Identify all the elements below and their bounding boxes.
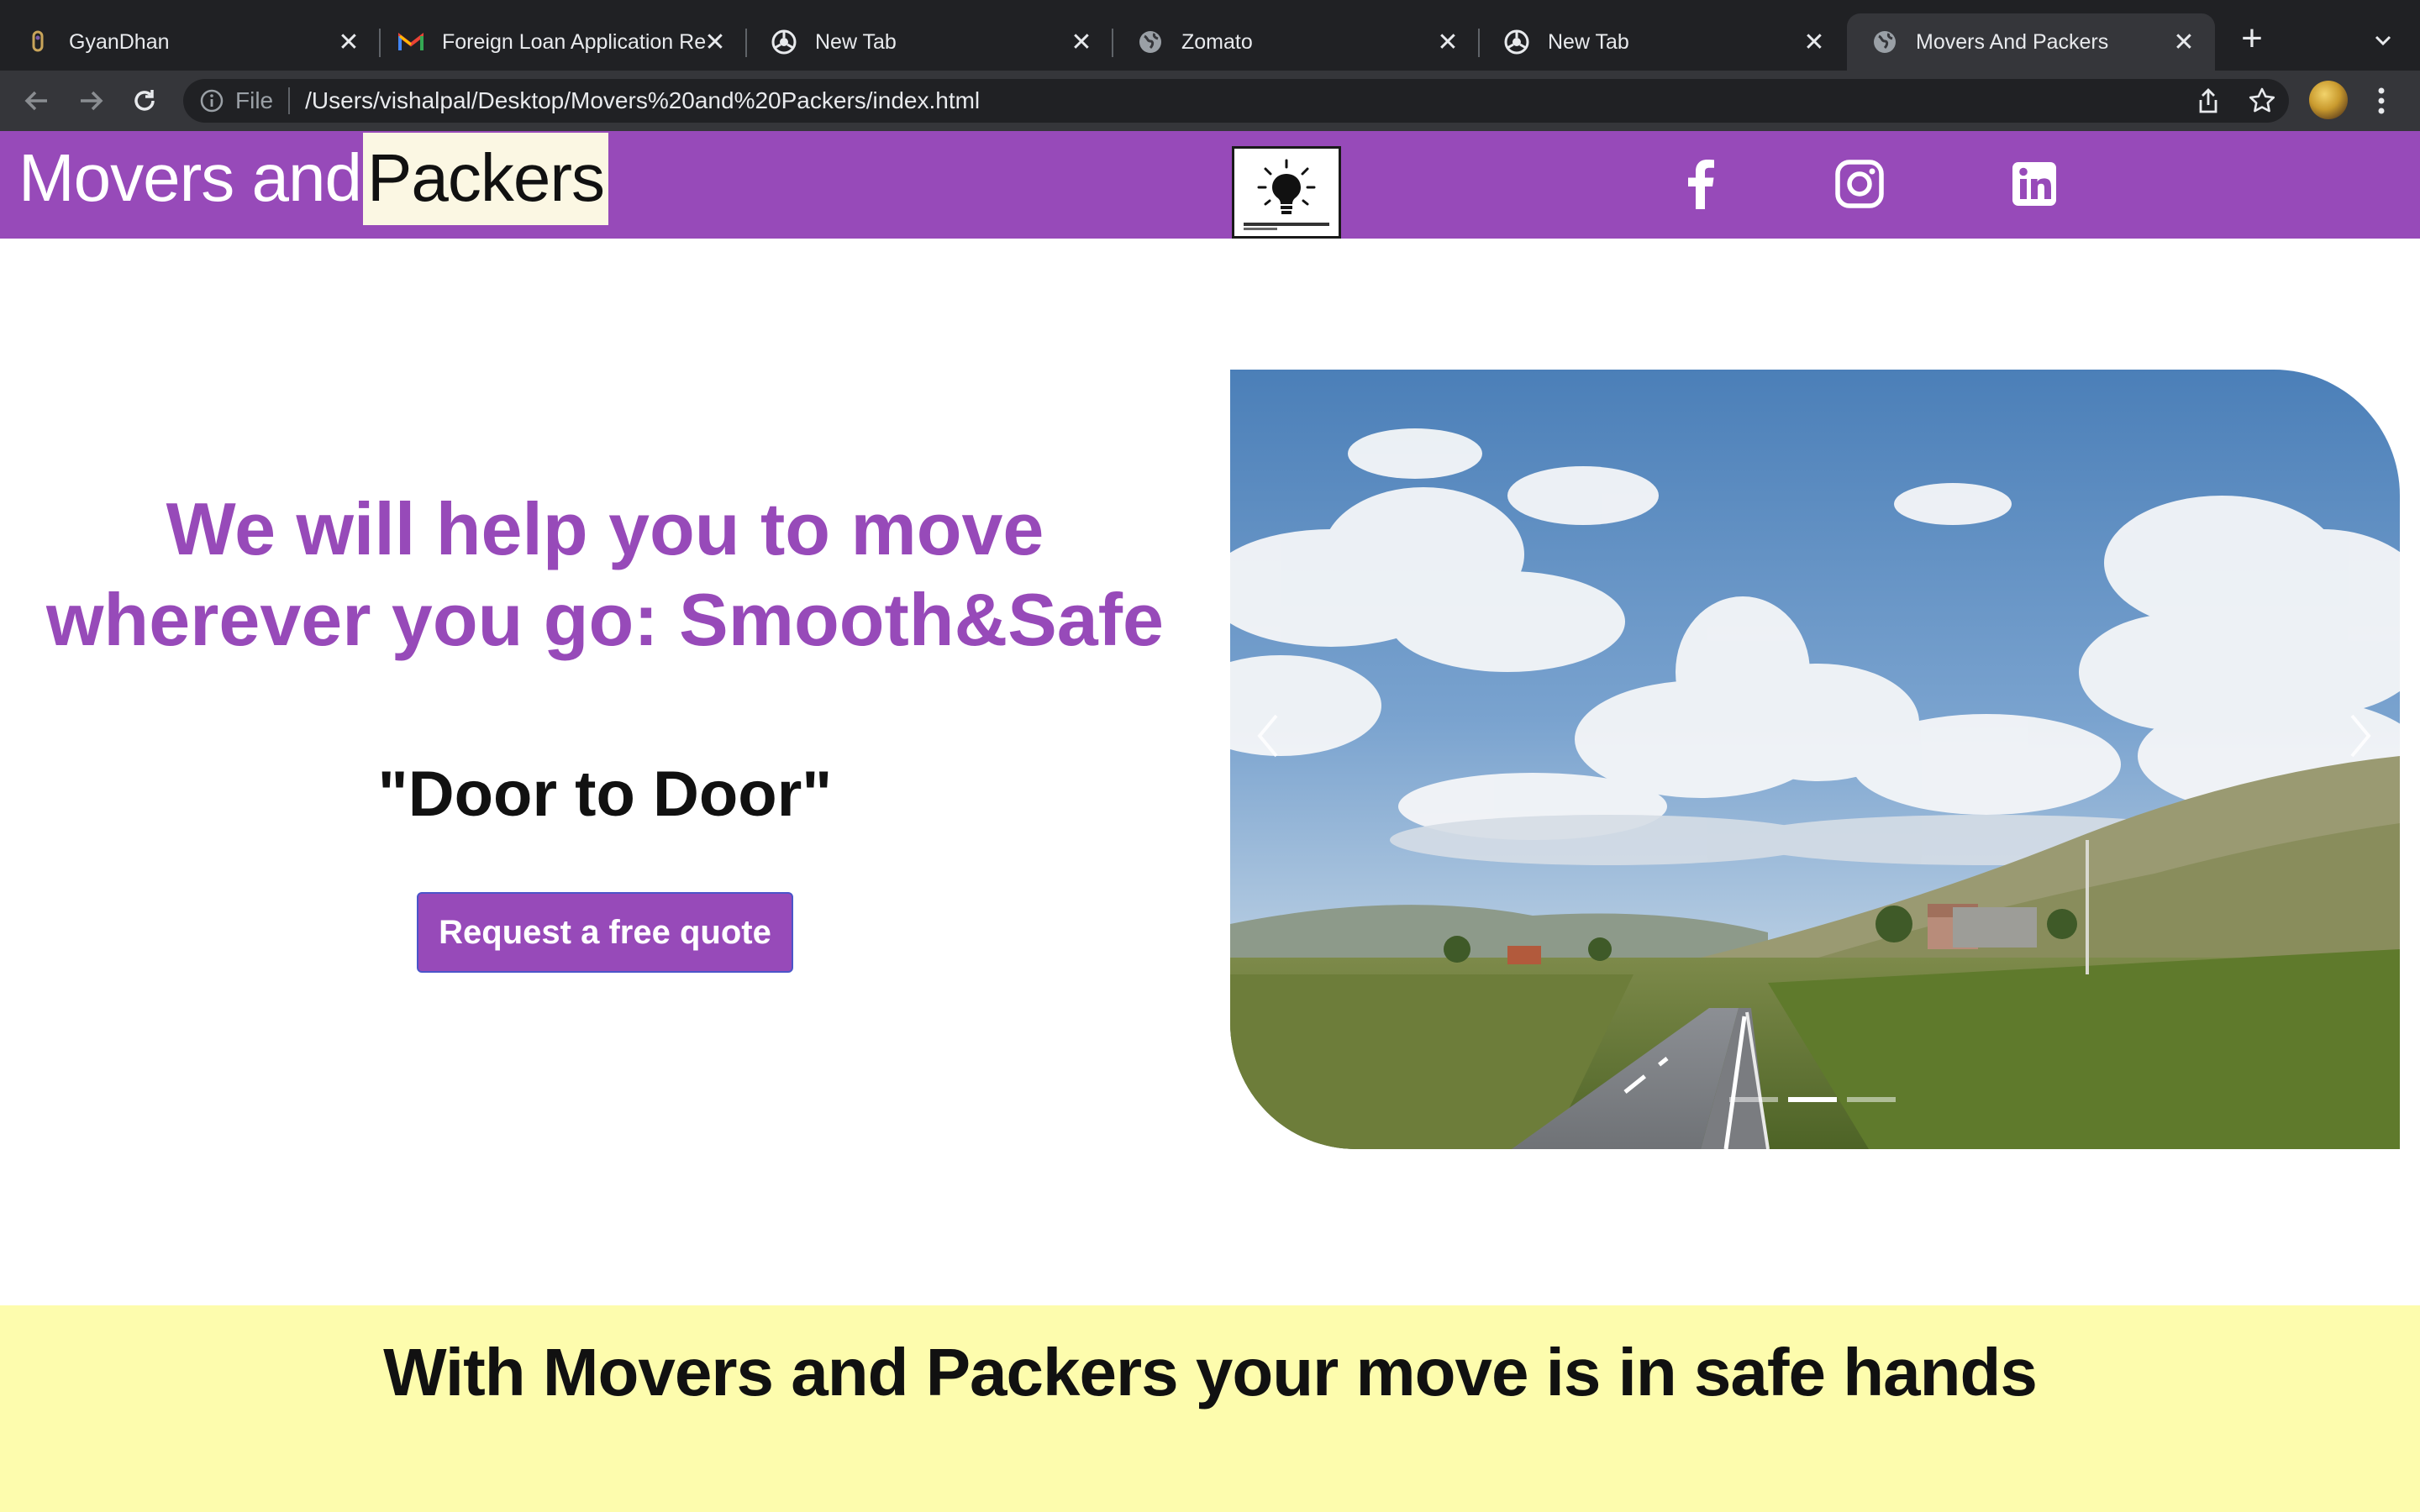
tab-search-chevron-icon[interactable]	[2368, 25, 2398, 55]
request-quote-button[interactable]: Request a free quote	[417, 892, 793, 973]
tagline-text: With Movers and Packers your move is in …	[383, 1335, 2038, 1410]
globe-icon	[1138, 29, 1163, 55]
carousel-indicators	[1729, 1097, 1896, 1102]
browser-tab[interactable]: New Tab ✕	[1479, 13, 1845, 71]
close-tab-icon[interactable]: ✕	[702, 29, 728, 56]
reload-icon[interactable]	[126, 82, 163, 119]
close-tab-icon[interactable]: ✕	[2171, 29, 2196, 56]
carousel-prev-button[interactable]	[1230, 694, 1306, 778]
share-icon[interactable]	[2193, 86, 2223, 116]
facebook-icon[interactable]	[1670, 155, 1729, 213]
url-text[interactable]: /Users/vishalpal/Desktop/Movers%20and%20…	[305, 87, 980, 114]
info-icon[interactable]	[198, 87, 225, 114]
hero-heading: We will help you to move wherever you go…	[45, 487, 1164, 661]
browser-toolbar: File /Users/vishalpal/Desktop/Movers%20a…	[0, 71, 2420, 131]
tab-title: Zomato	[1181, 29, 1253, 54]
new-tab-button[interactable]: +	[2235, 20, 2269, 57]
carousel-indicator[interactable]	[1729, 1097, 1778, 1102]
browser-tab[interactable]: Zomato ✕	[1113, 13, 1480, 71]
browser-tab-strip: GyanDhan ✕ Foreign Loan Application Re ✕…	[0, 0, 2420, 71]
back-arrow-icon[interactable]	[18, 82, 55, 119]
close-tab-icon[interactable]: ✕	[1802, 29, 1827, 56]
tab-title: Movers And Packers	[1916, 29, 2109, 54]
brand-name-part1[interactable]: Movers and	[18, 131, 362, 225]
gyandhan-icon	[25, 29, 50, 55]
carousel-indicator-active[interactable]	[1788, 1097, 1837, 1102]
url-scheme-label: File	[235, 87, 274, 113]
close-tab-icon[interactable]: ✕	[1069, 29, 1094, 56]
profile-avatar[interactable]	[2309, 81, 2348, 119]
browser-tab-active[interactable]: Movers And Packers ✕	[1847, 13, 2215, 71]
forward-arrow-icon[interactable]	[72, 82, 109, 119]
image-carousel[interactable]	[1230, 370, 2400, 1149]
gmail-icon	[398, 29, 424, 55]
tab-title: New Tab	[1548, 29, 1629, 54]
carousel-indicator[interactable]	[1847, 1097, 1896, 1102]
instagram-icon[interactable]	[1830, 155, 1889, 213]
chrome-icon	[1504, 29, 1529, 55]
chevron-left-icon	[1257, 714, 1278, 758]
carousel-slide-image	[1230, 370, 2400, 1149]
close-tab-icon[interactable]: ✕	[336, 29, 361, 56]
hero-subheading: "Door to Door"	[377, 759, 833, 830]
site-navbar: Movers and Packers	[0, 131, 2420, 239]
tab-title: Foreign Loan Application Re	[442, 29, 707, 54]
more-menu-icon[interactable]	[2373, 84, 2390, 118]
browser-tab[interactable]: GyanDhan ✕	[0, 13, 381, 71]
chevron-right-icon	[2350, 714, 2371, 758]
browser-tab[interactable]: Foreign Loan Application Re ✕	[380, 13, 747, 71]
globe-icon	[1872, 29, 1897, 55]
site-logo[interactable]	[1232, 146, 1341, 239]
brand-name-part2[interactable]: Packers	[363, 133, 608, 225]
tab-title: GyanDhan	[69, 29, 170, 54]
chrome-icon	[771, 29, 797, 55]
browser-tab[interactable]: New Tab ✕	[746, 13, 1113, 71]
web-page: Movers and Packers We will help you to m…	[0, 131, 2420, 1512]
bookmark-star-icon[interactable]	[2247, 86, 2277, 116]
tagline-section: With Movers and Packers your move is in …	[0, 1305, 2420, 1512]
address-bar[interactable]: File /Users/vishalpal/Desktop/Movers%20a…	[183, 79, 2289, 123]
close-tab-icon[interactable]: ✕	[1435, 29, 1460, 56]
carousel-next-button[interactable]	[2323, 694, 2398, 778]
linkedin-icon[interactable]	[2005, 155, 2064, 213]
tab-title: New Tab	[815, 29, 897, 54]
lightbulb-icon	[1244, 159, 1329, 230]
